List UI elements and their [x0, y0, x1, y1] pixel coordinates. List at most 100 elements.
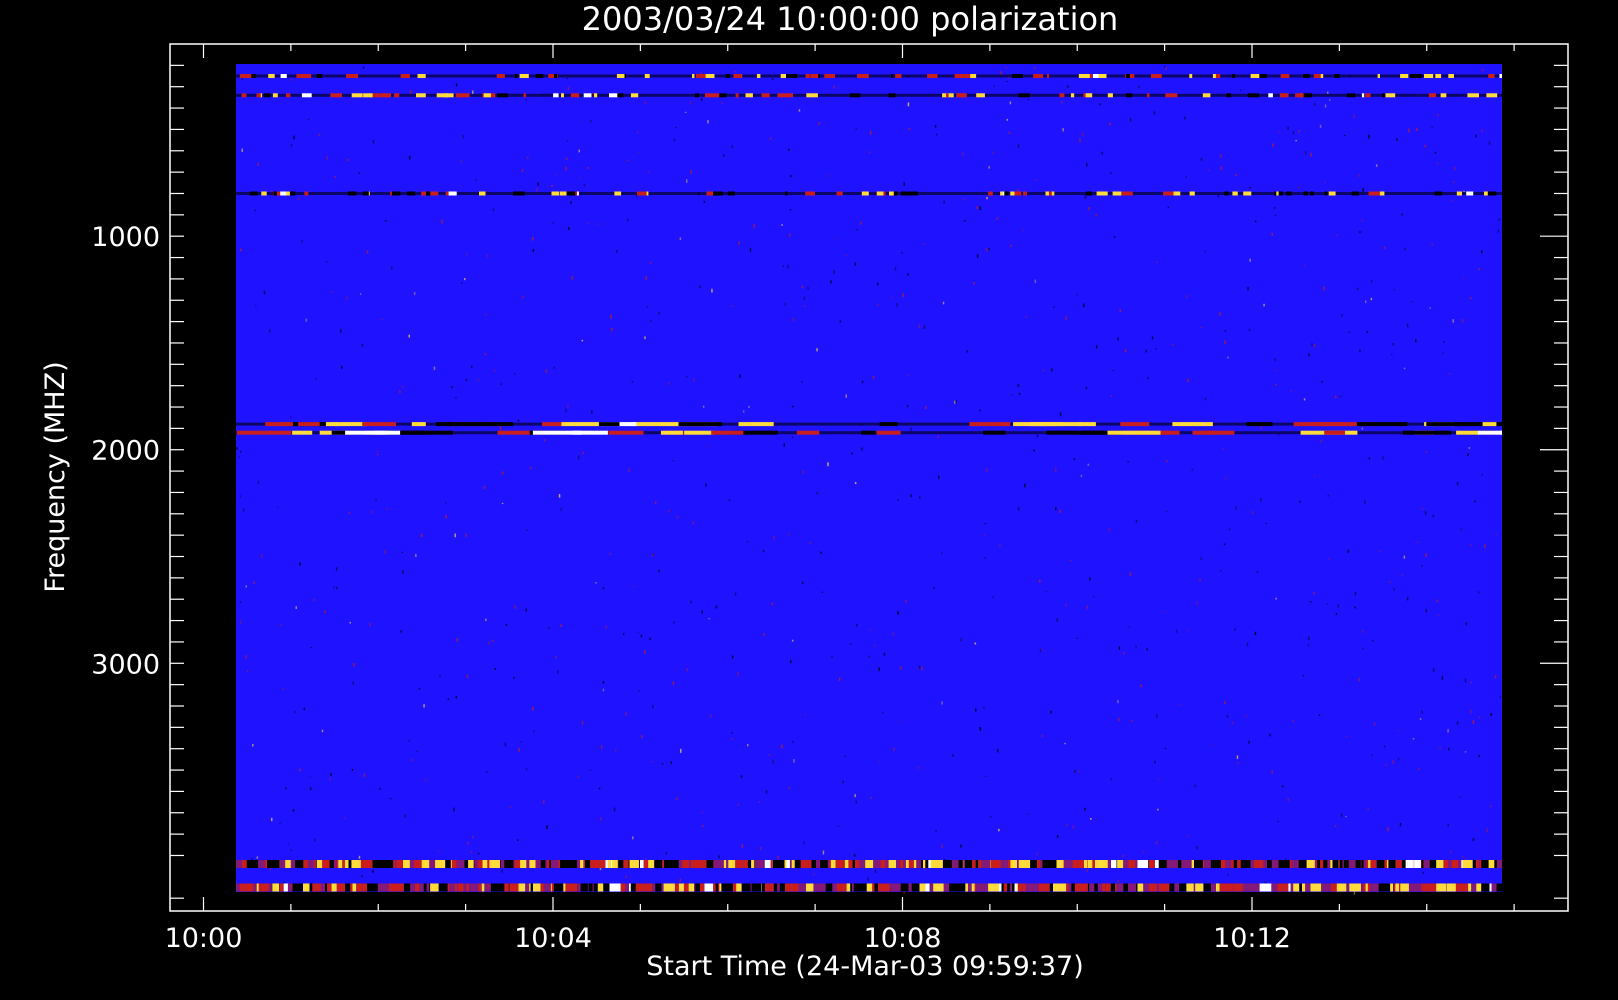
band-segment: [704, 93, 715, 98]
noise-speck: [625, 712, 627, 716]
band-segment: [852, 860, 855, 868]
noise-speck: [1157, 808, 1159, 811]
noise-speck: [1248, 328, 1251, 332]
noise-speck: [581, 339, 584, 342]
noise-speck: [1226, 715, 1229, 718]
band-segment: [362, 191, 369, 196]
band-segment: [669, 860, 679, 868]
band-segment: [714, 93, 720, 98]
band-segment: [580, 860, 584, 868]
noise-speck: [773, 536, 775, 540]
noise-speck: [789, 233, 791, 237]
noise-speck: [418, 688, 421, 690]
noise-speck: [546, 825, 548, 830]
band-segment: [1448, 883, 1453, 892]
noise-speck: [626, 218, 629, 222]
noise-speck: [1327, 91, 1329, 94]
band-segment: [351, 860, 361, 868]
band-segment: [1126, 93, 1133, 98]
noise-speck: [831, 656, 833, 658]
noise-speck: [954, 400, 956, 404]
noise-speck: [1334, 825, 1337, 828]
noise-speck: [1055, 467, 1057, 472]
band-segment: [735, 860, 740, 868]
band-segment: [1468, 883, 1472, 892]
noise-speck: [684, 111, 687, 113]
noise-speck: [313, 598, 315, 601]
noise-speck: [1199, 578, 1201, 582]
noise-speck: [1498, 218, 1500, 221]
band-segment: [1096, 191, 1108, 196]
noise-speck: [1092, 596, 1095, 598]
band-segment: [635, 883, 646, 892]
noise-speck: [1059, 412, 1062, 417]
noise-speck: [518, 747, 520, 752]
band-segment: [285, 860, 291, 868]
noise-speck: [1065, 603, 1067, 607]
noise-speck: [1129, 118, 1132, 122]
band-segment: [828, 883, 833, 892]
band-segment: [939, 883, 944, 892]
noise-speck: [1469, 543, 1472, 547]
noise-speck: [641, 735, 643, 738]
noise-speck: [1056, 835, 1059, 839]
noise-speck: [1357, 174, 1360, 177]
band-segment: [514, 860, 521, 868]
band-segment: [913, 860, 917, 868]
noise-speck: [1231, 721, 1234, 725]
noise-speck: [845, 394, 847, 398]
noise-speck: [867, 877, 869, 881]
band-segment: [1049, 883, 1053, 892]
noise-speck: [1478, 268, 1481, 270]
noise-speck: [483, 486, 486, 489]
noise-speck: [1196, 601, 1198, 605]
noise-speck: [1448, 373, 1451, 375]
band-segment: [983, 430, 1006, 435]
band-segment: [547, 860, 550, 868]
band-segment: [421, 860, 430, 868]
band-segment: [925, 883, 930, 892]
noise-speck: [1108, 527, 1111, 532]
noise-speck: [389, 797, 392, 800]
band-segment: [1328, 191, 1336, 196]
band-segment: [719, 93, 727, 98]
band-segment: [836, 191, 843, 196]
noise-speck: [1361, 219, 1363, 222]
noise-speck: [1039, 649, 1042, 652]
noise-speck: [470, 850, 472, 854]
noise-speck: [1401, 574, 1403, 576]
noise-speck: [834, 238, 836, 240]
band-segment: [436, 93, 449, 98]
noise-speck: [557, 670, 559, 674]
noise-speck: [907, 273, 909, 276]
noise-speck: [362, 66, 365, 69]
noise-speck: [1246, 642, 1249, 647]
noise-speck: [1223, 701, 1226, 705]
noise-speck: [742, 410, 745, 413]
noise-speck: [551, 184, 553, 188]
noise-speck: [952, 754, 954, 757]
band-segment: [683, 883, 689, 892]
noise-speck: [976, 206, 978, 209]
band-segment: [301, 93, 312, 98]
noise-speck: [1452, 319, 1454, 323]
noise-speck: [472, 90, 474, 95]
noise-speck: [501, 869, 503, 873]
band-segment: [292, 430, 313, 435]
noise-speck: [1298, 186, 1300, 189]
band-segment: [272, 93, 278, 98]
noise-speck: [936, 133, 938, 136]
noise-speck: [673, 138, 676, 142]
noise-speck: [1165, 67, 1167, 71]
noise-speck: [1353, 891, 1356, 895]
noise-speck: [763, 633, 765, 636]
noise-speck: [760, 846, 762, 851]
noise-speck: [1224, 340, 1226, 345]
band-segment: [497, 93, 508, 98]
band-segment: [1286, 191, 1292, 196]
band-segment: [684, 430, 714, 435]
band-segment: [900, 883, 909, 892]
noise-speck: [984, 523, 987, 525]
noise-speck: [1245, 714, 1248, 718]
noise-speck: [633, 585, 635, 587]
